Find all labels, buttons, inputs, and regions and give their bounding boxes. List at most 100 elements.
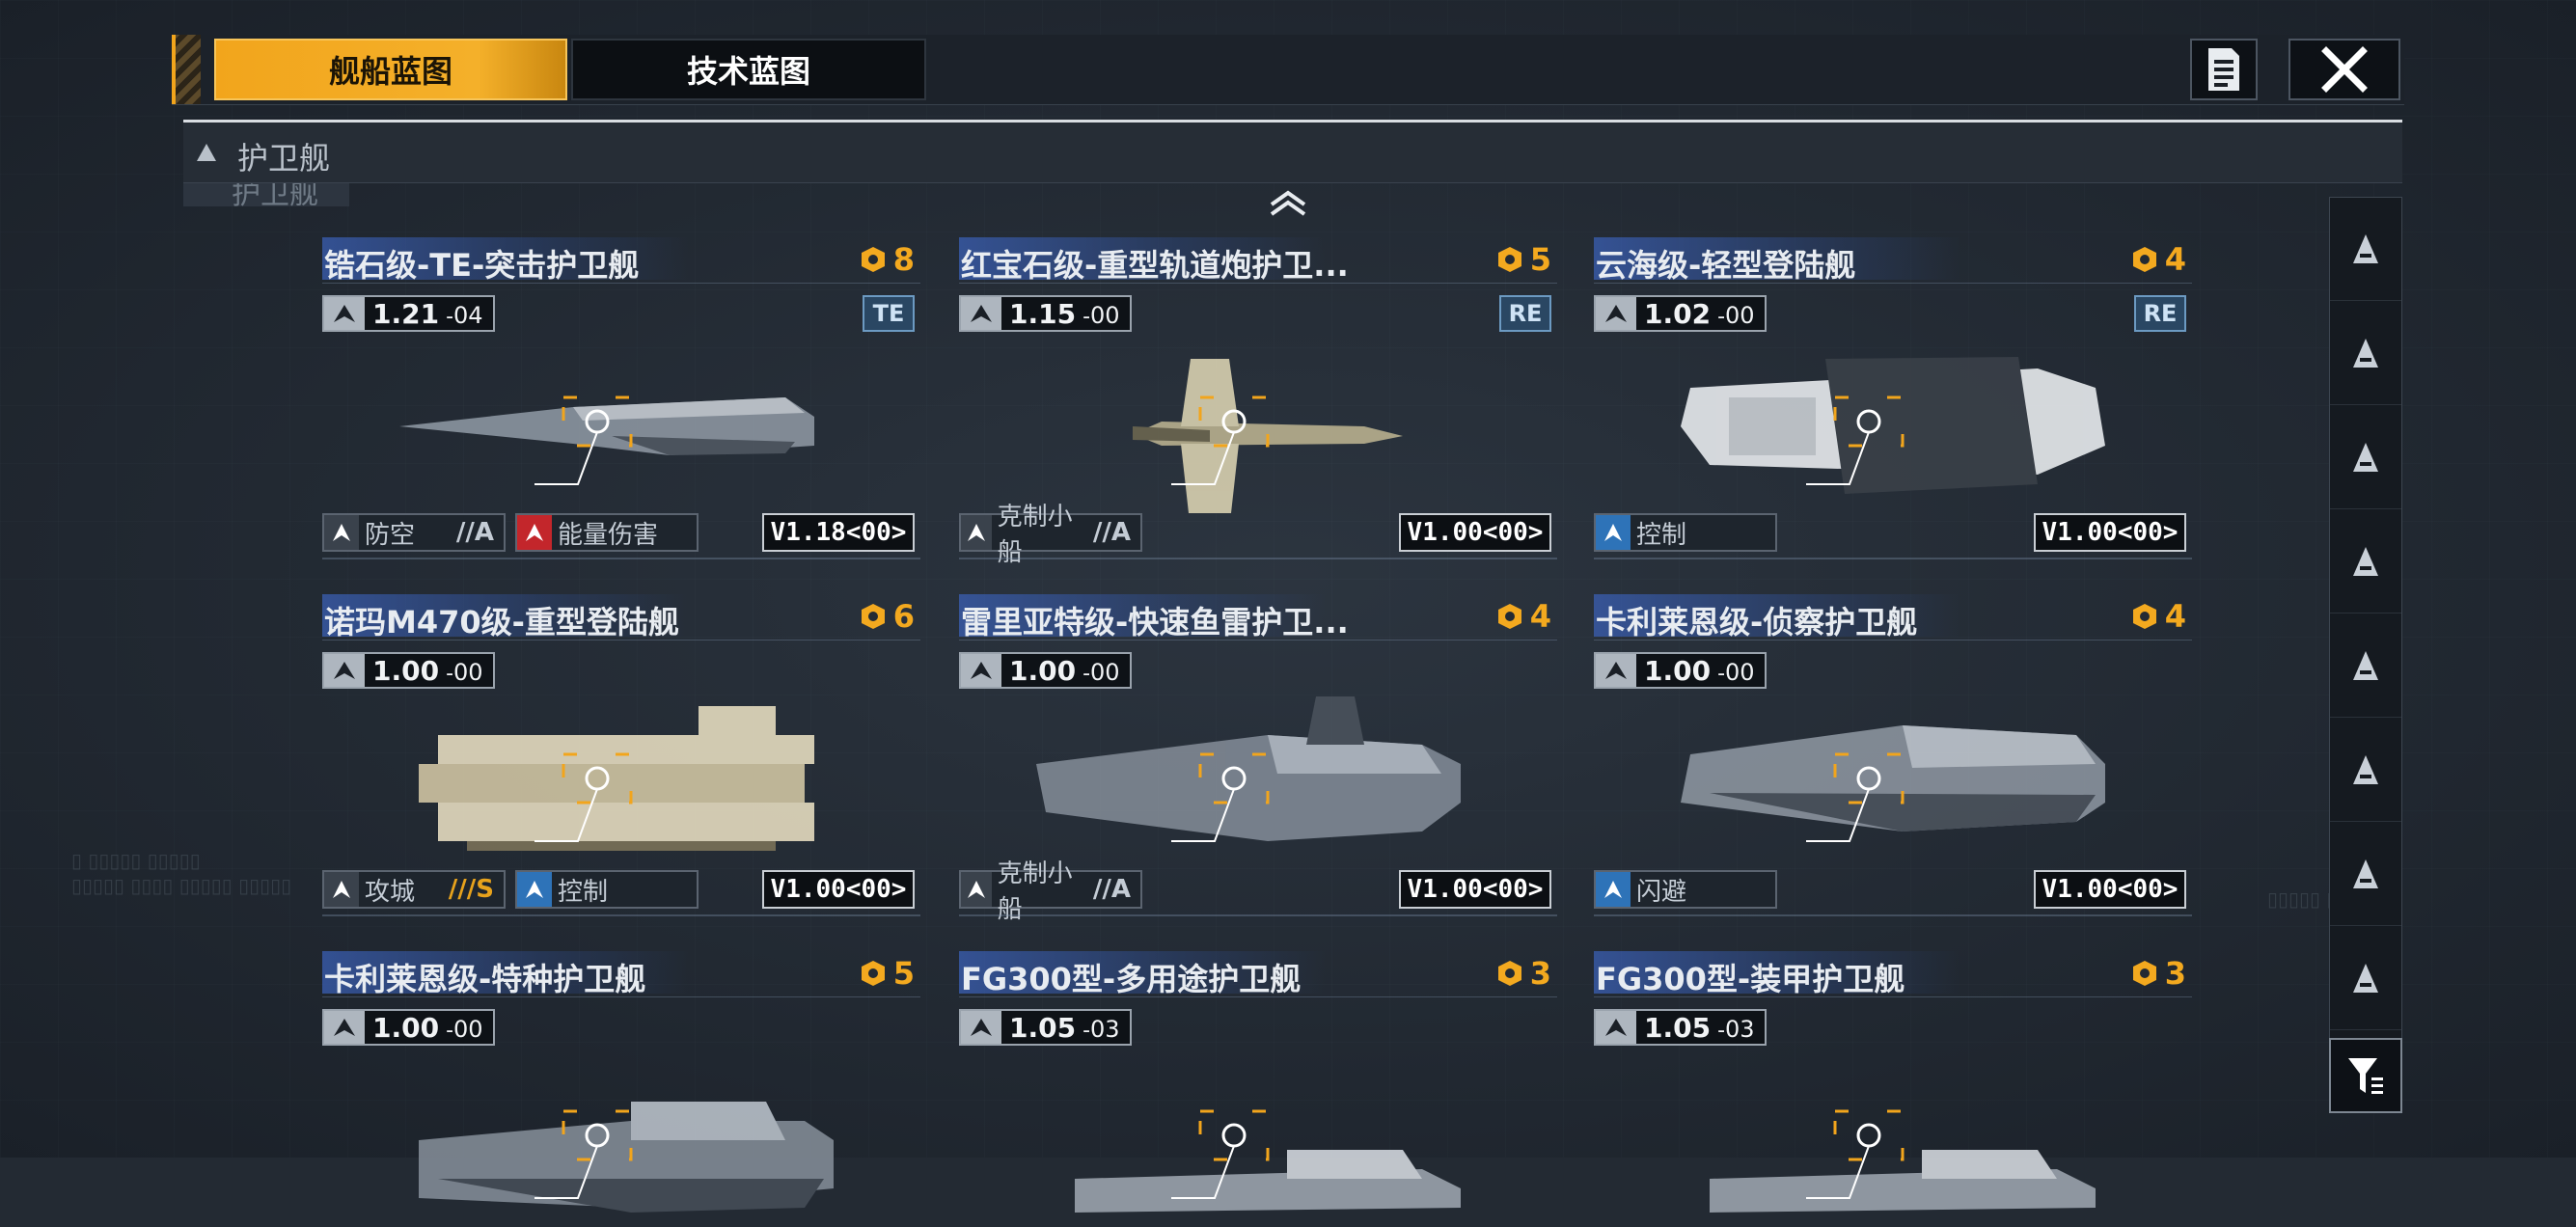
energy-damage-icon — [517, 515, 552, 550]
tab-tech-blueprint[interactable]: 技术蓝图 — [571, 39, 926, 100]
ship-tag: 攻城 ///S — [322, 870, 506, 909]
ship-name: 雷里亚特级-快速鱼雷护卫... — [961, 604, 1349, 641]
ship-name: 云海级-轻型登陆舰 — [1596, 247, 1856, 284]
ship-image — [1681, 725, 2105, 842]
ship-card[interactable]: 红宝石级-重型轨道炮护卫... 5 1.15 -00 RE 克制小船 //A V… — [959, 237, 1557, 567]
nav-destroyer-icon[interactable] — [2330, 406, 2401, 509]
rarity-icon — [2132, 961, 2156, 986]
title-underline — [959, 283, 1557, 284]
document-list-icon — [2208, 48, 2239, 91]
ship-tag: 闪避 — [1594, 870, 1777, 909]
nav-carrier-icon[interactable] — [2330, 198, 2401, 301]
nav-frigate-icon[interactable] — [2330, 510, 2401, 614]
ship-tag: 控制 — [1594, 513, 1777, 552]
version-badge: 1.00 -00 — [322, 652, 495, 689]
scroll-up-chevron-icon[interactable] — [1268, 189, 1308, 218]
destroyer-icon — [2353, 443, 2378, 472]
frigate-icon — [2353, 547, 2378, 576]
ship-card[interactable]: 锆石级-TE-突击护卫舰 8 1.21 -04 TE 防空 //A 能量伤害 V… — [322, 237, 920, 559]
evasion-icon — [1604, 881, 1622, 898]
tag-row: 控制 — [1594, 513, 1777, 552]
ship-image — [419, 706, 814, 851]
nav-squadron-icon[interactable] — [2330, 823, 2401, 926]
rarity-badge: 4 — [2130, 598, 2186, 635]
ship-card[interactable]: 卡利莱恩级-侦察护卫舰 4 1.00 -00 闪避 V1.00<00> — [1594, 594, 2192, 916]
card-baseline — [322, 558, 920, 559]
siege-icon — [324, 872, 359, 907]
ship-card[interactable]: 诺玛M470级-重型登陆舰 6 1.00 -00 攻城 ///S 控制 V1.0 — [322, 594, 920, 916]
version-code: V1.00<00> — [2034, 513, 2186, 552]
rarity-badge: 4 — [2130, 241, 2186, 278]
counter-small-ship-icon — [967, 881, 985, 898]
title-underline — [322, 283, 920, 284]
ship-card[interactable]: 云海级-轻型登陆舰 4 1.02 -00 RE 控制 V1.00<00> — [1594, 237, 2192, 559]
variant-code: RE — [2134, 295, 2186, 332]
railgun-icon — [961, 297, 1001, 330]
tag-row: 防空 //A 能量伤害 — [322, 513, 699, 552]
ship-tag: 能量伤害 — [515, 513, 699, 552]
control-icon — [1596, 515, 1631, 550]
rarity-icon — [1497, 961, 1521, 986]
carrier-icon — [2353, 234, 2378, 263]
version-badge: 1.21 -04 — [322, 295, 495, 332]
ship-image — [1710, 1109, 2096, 1213]
version-badge: 1.02 -00 — [1594, 295, 1767, 332]
globe-icon — [961, 1011, 1001, 1044]
background-deco: ▯ ▯▯▯▯▯ ▯▯▯▯▯ — [71, 849, 201, 872]
close-button[interactable] — [2288, 39, 2400, 100]
ship-card[interactable]: 卡利莱恩级-特种护卫舰 5 1.00 -00 — [322, 951, 920, 1213]
variant-code: RE — [1499, 295, 1551, 332]
list-button[interactable] — [2190, 39, 2258, 100]
ship-name: 卡利莱恩级-侦察护卫舰 — [1596, 604, 1918, 641]
filter-button[interactable] — [2329, 1038, 2402, 1113]
nav-cruiser-icon[interactable] — [2330, 302, 2401, 405]
ship-image — [419, 1102, 834, 1213]
tag-row: 克制小船 //A — [959, 503, 1142, 567]
version-badge: 1.05 -03 — [1594, 1009, 1767, 1046]
nav-auxiliary-icon[interactable] — [2330, 927, 2401, 1030]
top-accent — [172, 35, 201, 104]
card-baseline — [1594, 914, 2192, 916]
rarity-badge: 5 — [859, 955, 915, 992]
version-code: V1.18<00> — [762, 513, 915, 552]
title-underline — [1594, 996, 2192, 997]
ship-tag: 控制 — [515, 870, 699, 909]
ship-image — [1133, 359, 1403, 513]
ship-tag: 克制小船 //A — [959, 503, 1142, 567]
ship-image — [1075, 1109, 1461, 1213]
title-underline — [1594, 640, 2192, 641]
torpedo-icon — [324, 1011, 365, 1044]
nav-corvette-icon[interactable] — [2330, 614, 2401, 718]
version-badge: 1.05 -03 — [959, 1009, 1132, 1046]
energy-damage-icon — [526, 524, 543, 541]
tab-ship-blueprint[interactable]: 舰船蓝图 — [214, 39, 567, 100]
rarity-icon — [861, 247, 885, 272]
auxiliary-icon — [2353, 964, 2378, 993]
ship-image — [399, 395, 814, 485]
ship-tag: 克制小船 //A — [959, 859, 1142, 924]
torpedo-icon — [961, 654, 1001, 687]
top-bar: 舰船蓝图 技术蓝图 — [172, 35, 2404, 105]
card-baseline — [1594, 558, 2192, 559]
rarity-badge: 3 — [2130, 955, 2186, 992]
title-underline — [959, 996, 1557, 997]
fighter-icon — [324, 297, 365, 330]
control-icon — [526, 881, 543, 898]
cruiser-icon — [2353, 339, 2378, 368]
nav-landing-icon[interactable] — [2330, 719, 2401, 822]
ship-tag: 防空 //A — [322, 513, 506, 552]
ship-image — [1036, 696, 1461, 842]
filter-icon — [2348, 1058, 2383, 1094]
version-code: V1.00<00> — [1399, 870, 1551, 909]
ship-card[interactable]: FG300型-多用途护卫舰 3 1.05 -03 — [959, 951, 1557, 1213]
rarity-icon — [1497, 247, 1521, 272]
ship-card[interactable]: 雷里亚特级-快速鱼雷护卫... 4 1.00 -00 克制小船 //A V1.0… — [959, 594, 1557, 924]
variant-code: TE — [863, 295, 915, 332]
rarity-icon — [861, 961, 885, 986]
ship-card[interactable]: FG300型-装甲护卫舰 3 1.05 -03 — [1594, 951, 2192, 1213]
tag-row: 闪避 — [1594, 870, 1777, 909]
rarity-badge: 6 — [859, 598, 915, 635]
category-bar[interactable]: 护卫舰 — [183, 123, 2402, 183]
frigate-class-icon — [197, 144, 216, 161]
counter-small-ship-icon — [961, 872, 992, 907]
